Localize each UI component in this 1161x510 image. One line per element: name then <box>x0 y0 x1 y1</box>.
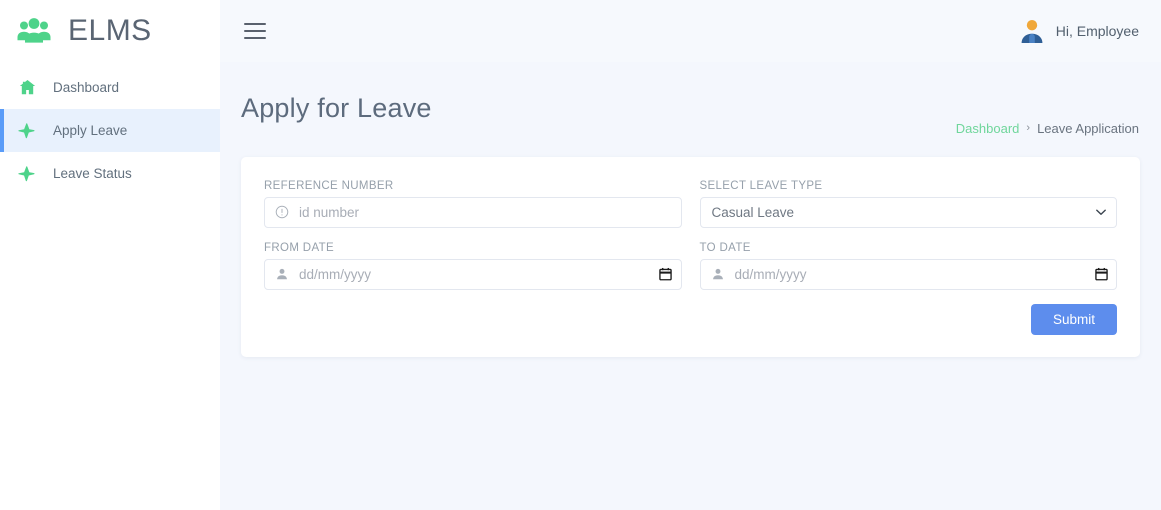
leave-application-form-card: REFERENCE NUMBER id number SELECT LEAVE … <box>241 156 1140 357</box>
user-menu[interactable]: Hi, Employee <box>1019 18 1139 44</box>
hamburger-bar <box>244 23 266 25</box>
calendar-icon[interactable] <box>1086 267 1116 281</box>
sidebar-item-dashboard[interactable]: Dashboard <box>0 66 220 109</box>
reference-number-input[interactable]: id number <box>299 198 681 227</box>
leave-type-select[interactable]: Casual Leave <box>699 196 1117 228</box>
leave-type-value: Casual Leave <box>711 204 795 220</box>
reference-number-label: REFERENCE NUMBER <box>264 179 394 192</box>
hamburger-bar <box>244 37 266 39</box>
sidebar: ELMS Dashboard Apply Leave Leave Status <box>0 0 220 510</box>
user-greeting: Hi, Employee <box>1055 23 1139 39</box>
field-from-date: FROM DATE dd/mm/yyyy <box>264 242 682 290</box>
breadcrumb: Dashboard › Leave Application <box>956 121 1139 142</box>
sidebar-item-apply-leave[interactable]: Apply Leave <box>0 109 220 152</box>
field-leave-type: SELECT LEAVE TYPE Casual Leave <box>699 179 1117 228</box>
sidebar-nav: Dashboard Apply Leave Leave Status <box>0 62 220 195</box>
breadcrumb-current: Leave Application <box>1037 120 1139 136</box>
person-icon <box>265 267 299 281</box>
hamburger-icon[interactable] <box>244 23 266 39</box>
plane-icon <box>18 122 36 140</box>
to-date-input-wrap[interactable]: dd/mm/yyyy <box>699 258 1117 290</box>
plane-icon <box>18 165 36 183</box>
users-group-icon <box>14 14 54 48</box>
person-icon <box>701 267 735 281</box>
brand-logo[interactable]: ELMS <box>0 0 220 62</box>
home-icon <box>18 79 36 97</box>
sidebar-item-label: Dashboard <box>53 80 120 95</box>
chevron-right-icon: › <box>1026 122 1031 135</box>
submit-button[interactable]: Submit <box>1030 303 1117 335</box>
sidebar-item-leave-status[interactable]: Leave Status <box>0 152 220 195</box>
main-content: Hi, Employee Apply for Leave Dashboard ›… <box>220 0 1161 510</box>
from-date-input[interactable]: dd/mm/yyyy <box>299 260 651 289</box>
to-date-input[interactable]: dd/mm/yyyy <box>735 260 1087 289</box>
from-date-input-wrap[interactable]: dd/mm/yyyy <box>264 258 682 290</box>
calendar-icon[interactable] <box>651 267 681 281</box>
topbar: Hi, Employee <box>220 0 1161 62</box>
sidebar-item-label: Leave Status <box>53 166 132 181</box>
to-date-label: TO DATE <box>699 241 751 254</box>
sidebar-item-label: Apply Leave <box>53 123 128 138</box>
user-avatar-icon <box>1019 18 1045 44</box>
page-title: Apply for Leave <box>241 93 432 124</box>
leave-type-label: SELECT LEAVE TYPE <box>699 179 823 192</box>
hamburger-bar <box>244 30 266 32</box>
breadcrumb-link-dashboard[interactable]: Dashboard <box>956 121 1020 136</box>
reference-number-input-wrap[interactable]: id number <box>264 196 682 228</box>
info-circle-icon <box>265 205 299 219</box>
form-actions: Submit <box>264 303 1117 335</box>
form-grid: REFERENCE NUMBER id number SELECT LEAVE … <box>264 180 1117 290</box>
page-header: Apply for Leave Dashboard › Leave Applic… <box>220 62 1161 142</box>
from-date-label: FROM DATE <box>264 241 335 254</box>
field-to-date: TO DATE dd/mm/yyyy <box>699 241 1117 290</box>
field-reference-number: REFERENCE NUMBER id number <box>264 180 682 228</box>
chevron-down-icon <box>1086 205 1116 219</box>
brand-name: ELMS <box>68 14 152 47</box>
app-root: ELMS Dashboard Apply Leave Leave Status … <box>0 0 1161 510</box>
